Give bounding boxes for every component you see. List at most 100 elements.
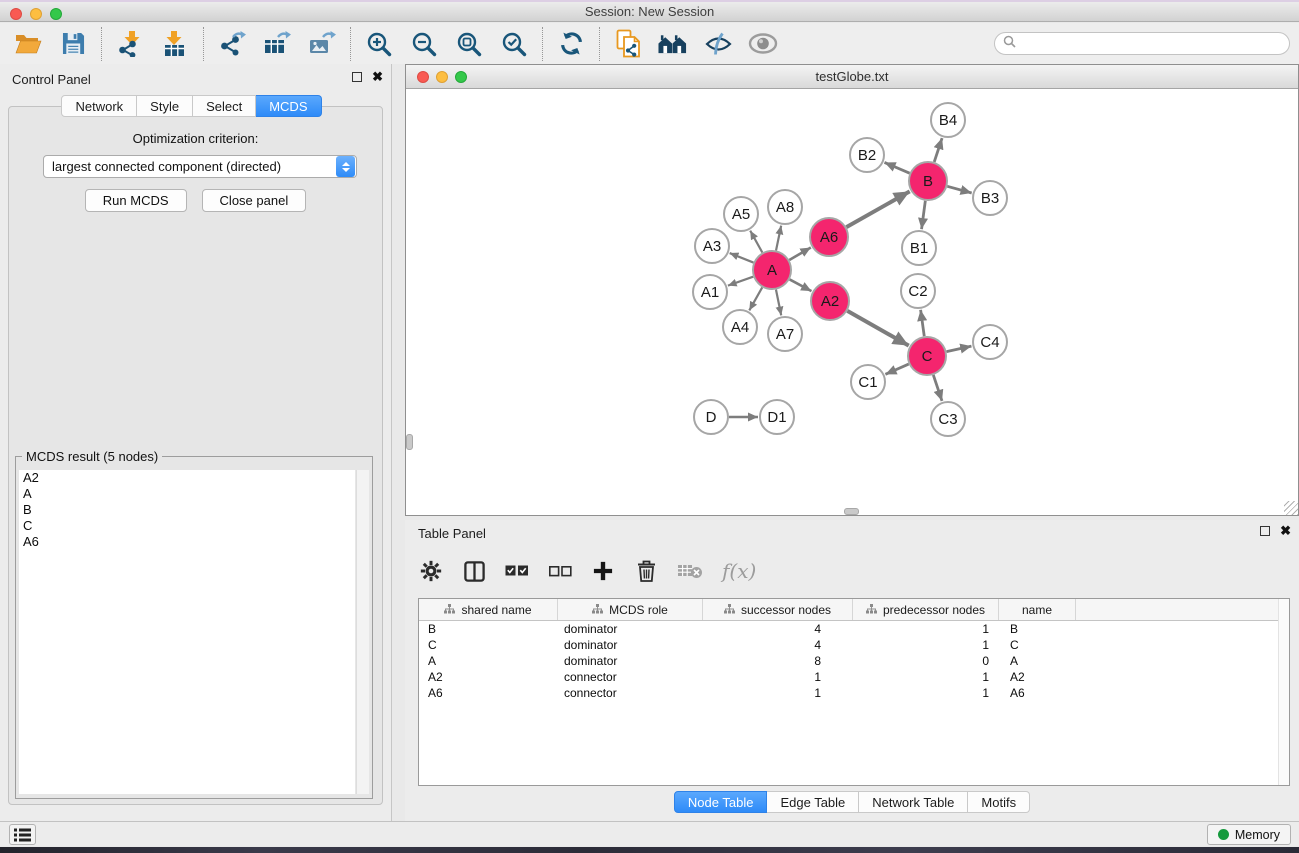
node-A5[interactable]: A5 xyxy=(724,197,758,231)
edge-C-C3[interactable] xyxy=(933,375,942,401)
search-field[interactable] xyxy=(994,32,1290,55)
node-C4[interactable]: C4 xyxy=(973,325,1007,359)
column-header-name[interactable]: name xyxy=(999,599,1076,620)
close-table-panel-icon[interactable]: ✖ xyxy=(1280,526,1291,536)
float-table-panel-icon[interactable] xyxy=(1260,526,1270,536)
node-A3[interactable]: A3 xyxy=(695,229,729,263)
node-B4[interactable]: B4 xyxy=(931,103,965,137)
zoom-in-icon[interactable] xyxy=(364,28,394,60)
edge-C-C2[interactable] xyxy=(921,310,925,336)
node-D[interactable]: D xyxy=(694,400,728,434)
float-panel-icon[interactable] xyxy=(352,72,362,82)
select-all-rows-icon[interactable] xyxy=(505,557,529,585)
column-header-predecessor-nodes[interactable]: predecessor nodes xyxy=(853,599,999,620)
node-C1[interactable]: C1 xyxy=(851,365,885,399)
table-scrollbar[interactable] xyxy=(1278,599,1289,785)
export-table-icon[interactable] xyxy=(262,28,292,60)
edge-A-A3[interactable] xyxy=(730,253,754,263)
import-network-icon[interactable] xyxy=(115,28,145,60)
network-vertical-scrollbar[interactable] xyxy=(406,434,413,450)
node-B[interactable]: B xyxy=(909,162,947,200)
table-row[interactable]: Cdominator41C xyxy=(419,637,1289,653)
node-C[interactable]: C xyxy=(908,337,946,375)
delete-table-icon[interactable] xyxy=(677,557,703,585)
export-image-icon[interactable] xyxy=(307,28,337,60)
edge-A-A4[interactable] xyxy=(749,287,762,310)
tab-motifs[interactable]: Motifs xyxy=(968,791,1030,813)
table-row[interactable]: Bdominator41B xyxy=(419,621,1289,637)
tab-edge-table[interactable]: Edge Table xyxy=(767,791,859,813)
edge-A6-B[interactable] xyxy=(846,191,909,227)
mcds-result-item[interactable]: A6 xyxy=(19,534,355,550)
run-mcds-button[interactable]: Run MCDS xyxy=(85,189,187,212)
tab-node-table[interactable]: Node Table xyxy=(674,791,768,813)
edge-B-B3[interactable] xyxy=(947,186,971,193)
node-A[interactable]: A xyxy=(753,251,791,289)
node-C2[interactable]: C2 xyxy=(901,274,935,308)
show-hide-columns-icon[interactable] xyxy=(462,557,486,585)
memory-button[interactable]: Memory xyxy=(1207,824,1291,845)
delete-columns-icon[interactable] xyxy=(634,557,658,585)
mcds-result-item[interactable]: C xyxy=(19,518,355,534)
zoom-out-icon[interactable] xyxy=(409,28,439,60)
edge-A-A6[interactable] xyxy=(789,248,811,260)
table-settings-icon[interactable] xyxy=(419,557,443,585)
network-zoom-button[interactable] xyxy=(455,71,467,83)
tab-mcds[interactable]: MCDS xyxy=(256,95,321,117)
node-A6[interactable]: A6 xyxy=(810,218,848,256)
network-horizontal-scrollbar[interactable] xyxy=(844,508,859,515)
node-A7[interactable]: A7 xyxy=(768,317,802,351)
node-B2[interactable]: B2 xyxy=(850,138,884,172)
minimize-window-button[interactable] xyxy=(30,8,42,20)
network-close-button[interactable] xyxy=(417,71,429,83)
close-window-button[interactable] xyxy=(10,8,22,20)
import-table-icon[interactable] xyxy=(160,28,190,60)
export-network-icon[interactable] xyxy=(217,28,247,60)
refresh-icon[interactable] xyxy=(556,28,586,60)
tab-network-table[interactable]: Network Table xyxy=(859,791,968,813)
clone-network-icon[interactable] xyxy=(613,28,643,60)
show-home-icon[interactable] xyxy=(658,28,688,60)
column-header-successor-nodes[interactable]: successor nodes xyxy=(703,599,853,620)
open-session-icon[interactable] xyxy=(13,28,43,60)
node-A2[interactable]: A2 xyxy=(811,282,849,320)
node-D1[interactable]: D1 xyxy=(760,400,794,434)
node-A1[interactable]: A1 xyxy=(693,275,727,309)
function-builder-icon[interactable]: f(x) xyxy=(722,557,756,585)
save-session-icon[interactable] xyxy=(58,28,88,60)
edge-B-B2[interactable] xyxy=(884,162,909,173)
column-header-mcds-role[interactable]: MCDS role xyxy=(558,599,703,620)
edge-C-C1[interactable] xyxy=(885,364,908,374)
edge-A-A1[interactable] xyxy=(728,277,753,286)
column-header-shared-name[interactable]: shared name xyxy=(419,599,558,620)
zoom-fit-icon[interactable] xyxy=(454,28,484,60)
close-panel-button[interactable]: Close panel xyxy=(202,189,307,212)
node-B1[interactable]: B1 xyxy=(902,231,936,265)
zoom-window-button[interactable] xyxy=(50,8,62,20)
node-A4[interactable]: A4 xyxy=(723,310,757,344)
tab-network[interactable]: Network xyxy=(61,95,137,117)
hide-graphics-details-icon[interactable] xyxy=(703,28,733,60)
node-C3[interactable]: C3 xyxy=(931,402,965,436)
edge-A2-C[interactable] xyxy=(847,311,908,346)
network-canvas[interactable]: B4B2BB3A5A8A6A3B1AA1C2A2A4A7C4CC1C3DD1 xyxy=(406,89,1298,515)
edge-A-A2[interactable] xyxy=(790,279,812,291)
search-input[interactable] xyxy=(1021,36,1281,51)
mcds-result-item[interactable]: A2 xyxy=(19,470,355,486)
network-minimize-button[interactable] xyxy=(436,71,448,83)
table-row[interactable]: A2connector11A2 xyxy=(419,669,1289,685)
deselect-all-rows-icon[interactable] xyxy=(548,557,572,585)
birds-eye-view-icon[interactable] xyxy=(748,28,778,60)
result-list-scrollbar[interactable] xyxy=(356,470,369,794)
zoom-selected-icon[interactable] xyxy=(499,28,529,60)
edge-B-B1[interactable] xyxy=(922,201,926,229)
edge-A-A7[interactable] xyxy=(776,290,781,316)
tab-style[interactable]: Style xyxy=(137,95,193,117)
criterion-select[interactable]: largest connected component (directed) xyxy=(43,155,357,178)
edge-A-A8[interactable] xyxy=(776,226,781,251)
edge-A-A5[interactable] xyxy=(750,231,762,253)
node-B3[interactable]: B3 xyxy=(973,181,1007,215)
edge-C-C4[interactable] xyxy=(947,346,972,352)
mcds-result-item[interactable]: A xyxy=(19,486,355,502)
mcds-result-item[interactable]: B xyxy=(19,502,355,518)
